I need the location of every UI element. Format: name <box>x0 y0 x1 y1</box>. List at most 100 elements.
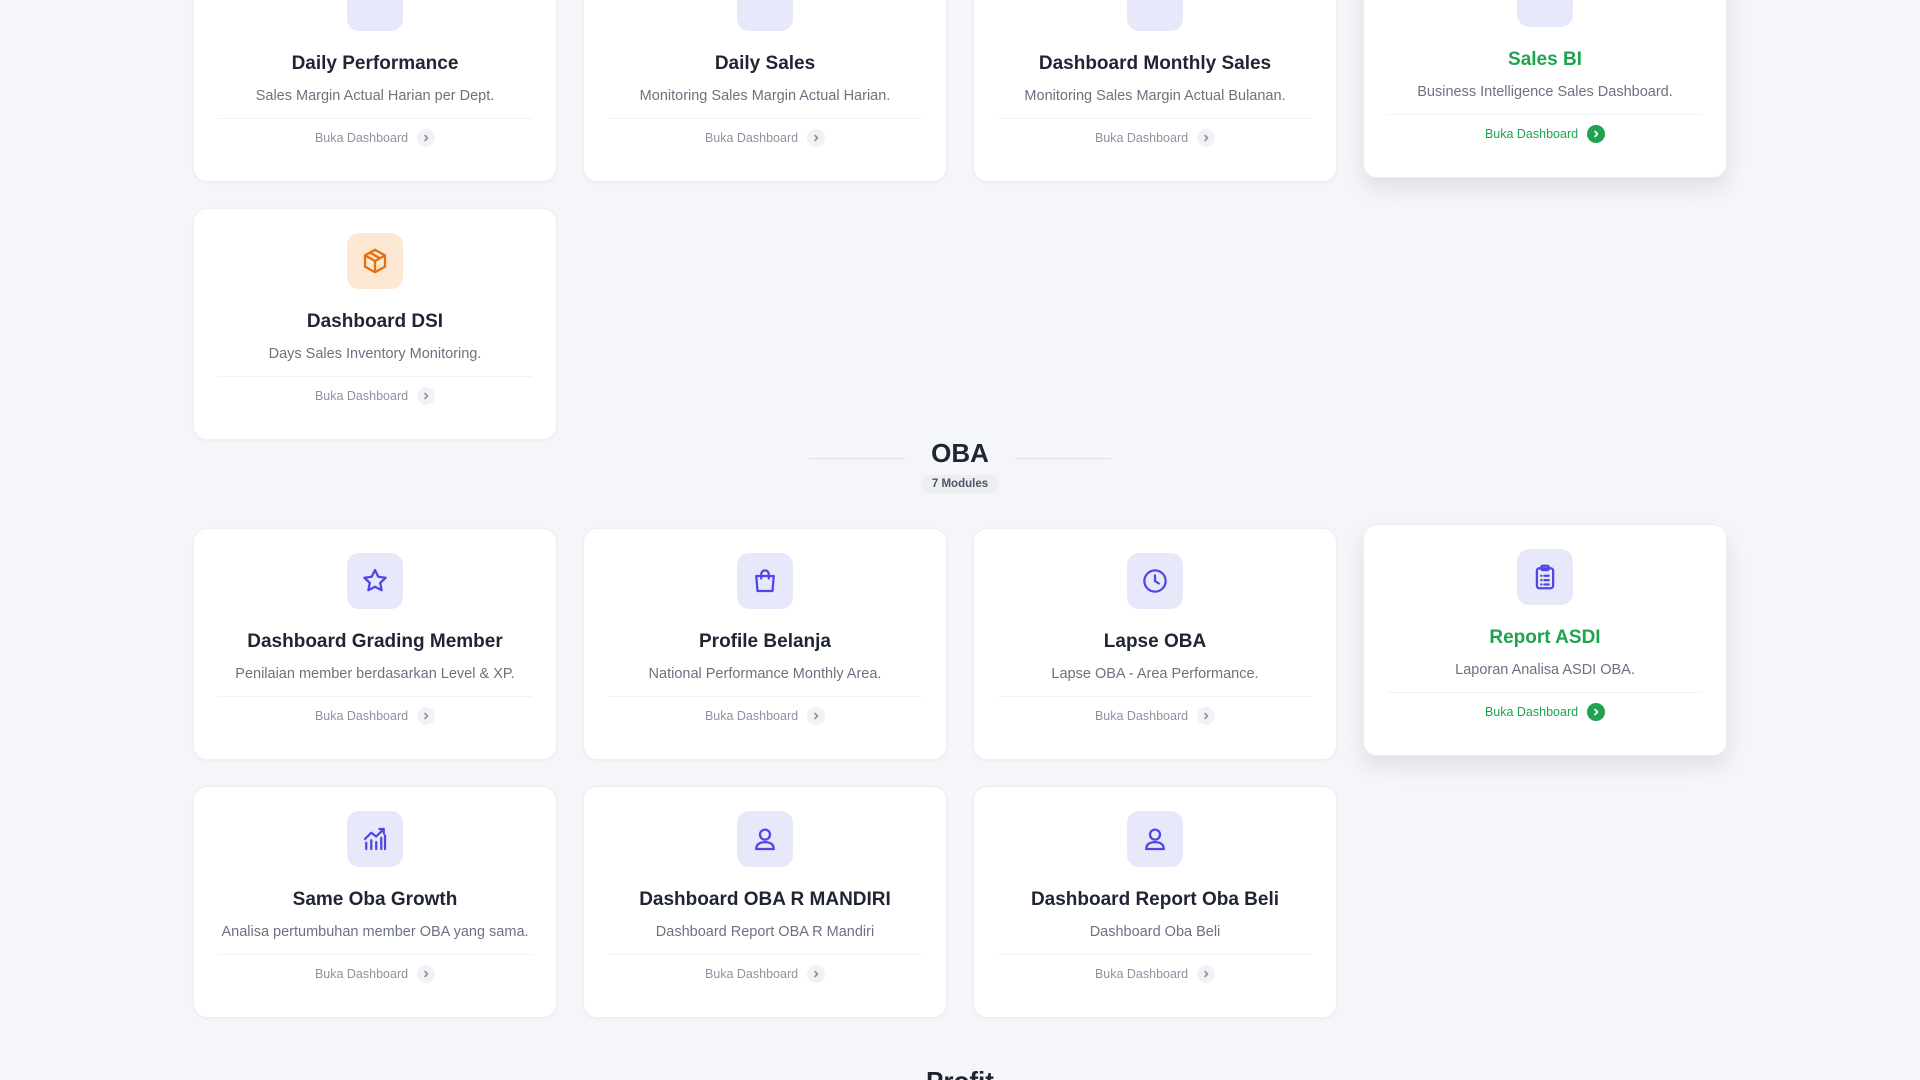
module-icon <box>347 0 403 31</box>
card-description: Monitoring Sales Margin Actual Bulanan. <box>1024 88 1286 104</box>
module-card-monthly-sales[interactable]: Dashboard Monthly Sales Monitoring Sales… <box>973 0 1337 182</box>
card-title: Profile Belanja <box>699 631 831 652</box>
card-title: Sales BI <box>1508 49 1582 70</box>
open-dashboard-label: Buka Dashboard <box>1094 967 1189 981</box>
module-card-grading-member[interactable]: Dashboard Grading Member Penilaian membe… <box>193 528 557 760</box>
clock-icon <box>1127 553 1183 609</box>
module-card-daily-sales[interactable]: Daily Sales Monitoring Sales Margin Actu… <box>583 0 947 182</box>
card-description: Analisa pertumbuhan member OBA yang sama… <box>221 924 529 940</box>
open-dashboard-label: Buka Dashboard <box>1094 709 1189 723</box>
card-title: Dashboard Grading Member <box>247 631 503 652</box>
open-dashboard-label: Buka Dashboard <box>704 131 799 145</box>
open-dashboard-link[interactable]: Buka Dashboard <box>194 387 556 405</box>
open-dashboard-label: Buka Dashboard <box>314 967 409 981</box>
module-card-profile-belanja[interactable]: Profile Belanja National Performance Mon… <box>583 528 947 760</box>
module-card-lapse-oba[interactable]: Lapse OBA Lapse OBA - Area Performance. … <box>973 528 1337 760</box>
user-icon <box>737 811 793 867</box>
card-divider <box>998 696 1312 697</box>
chevron-right-icon <box>417 707 436 725</box>
card-description: National Performance Monthly Area. <box>648 666 882 682</box>
sales-module-grid: Daily Performance Sales Margin Actual Ha… <box>193 0 1727 440</box>
open-dashboard-link[interactable]: Buka Dashboard <box>974 129 1336 147</box>
open-dashboard-label: Buka Dashboard <box>1484 705 1579 719</box>
chevron-right-icon <box>417 965 436 983</box>
module-icon <box>737 0 793 31</box>
open-dashboard-link[interactable]: Buka Dashboard <box>974 707 1336 725</box>
section-title: OBA <box>931 438 989 468</box>
card-divider <box>218 696 532 697</box>
open-dashboard-link[interactable]: Buka Dashboard <box>584 965 946 983</box>
card-title: Lapse OBA <box>1103 631 1207 652</box>
open-dashboard-label: Buka Dashboard <box>704 967 799 981</box>
oba-module-grid: Dashboard Grading Member Penilaian membe… <box>193 524 1727 1018</box>
card-divider <box>218 954 532 955</box>
card-title: Same Oba Growth <box>292 889 458 910</box>
chevron-right-icon <box>1197 707 1216 725</box>
card-divider <box>608 118 922 119</box>
card-title: Daily Performance <box>291 53 459 74</box>
card-description: Lapse OBA - Area Performance. <box>1051 666 1259 682</box>
card-title: Dashboard Report Oba Beli <box>1030 889 1280 910</box>
growth-chart-icon <box>347 811 403 867</box>
card-divider <box>998 118 1312 119</box>
card-divider <box>608 954 922 955</box>
module-count-badge: 7 Modules <box>920 475 1000 493</box>
open-dashboard-link[interactable]: Buka Dashboard <box>194 965 556 983</box>
card-divider <box>998 954 1312 955</box>
star-icon <box>347 553 403 609</box>
module-card-same-oba-growth[interactable]: Same Oba Growth Analisa pertumbuhan memb… <box>193 786 557 1018</box>
open-dashboard-link[interactable]: Buka Dashboard <box>194 129 556 147</box>
card-divider <box>218 376 532 377</box>
card-description: Laporan Analisa ASDI OBA. <box>1455 662 1635 678</box>
section-divider-right <box>1014 458 1111 459</box>
card-divider <box>1388 114 1702 115</box>
card-description: Monitoring Sales Margin Actual Harian. <box>639 88 891 104</box>
chevron-right-icon <box>1197 965 1216 983</box>
open-dashboard-label: Buka Dashboard <box>314 709 409 723</box>
card-description: Sales Margin Actual Harian per Dept. <box>255 88 495 104</box>
section-header-oba: OBA 7 Modules <box>0 438 1920 493</box>
card-description: Days Sales Inventory Monitoring. <box>268 346 482 362</box>
chevron-right-icon <box>1587 703 1606 721</box>
chevron-right-icon <box>807 965 826 983</box>
open-dashboard-label: Buka Dashboard <box>314 389 409 403</box>
chevron-right-icon <box>1587 125 1606 143</box>
chevron-right-icon <box>417 129 436 147</box>
module-card-oba-r-mandiri[interactable]: Dashboard OBA R MANDIRI Dashboard Report… <box>583 786 947 1018</box>
chevron-right-icon <box>807 707 826 725</box>
shopping-bag-icon <box>737 553 793 609</box>
module-card-dashboard-dsi[interactable]: Dashboard DSI Days Sales Inventory Monit… <box>193 208 557 440</box>
open-dashboard-label: Buka Dashboard <box>1484 127 1579 141</box>
module-card-report-asdi[interactable]: Report ASDI Laporan Analisa ASDI OBA. Bu… <box>1363 524 1727 756</box>
section-divider-left <box>809 458 906 459</box>
module-icon <box>1517 0 1573 27</box>
open-dashboard-link[interactable]: Buka Dashboard <box>584 707 946 725</box>
open-dashboard-link[interactable]: Buka Dashboard <box>974 965 1336 983</box>
card-title: Dashboard DSI <box>306 311 444 332</box>
card-title: Dashboard OBA R MANDIRI <box>639 889 891 910</box>
open-dashboard-label: Buka Dashboard <box>704 709 799 723</box>
card-title: Daily Sales <box>714 53 816 74</box>
chevron-right-icon <box>417 387 436 405</box>
card-divider <box>1388 692 1702 693</box>
module-card-daily-performance[interactable]: Daily Performance Sales Margin Actual Ha… <box>193 0 557 182</box>
open-dashboard-link[interactable]: Buka Dashboard <box>1364 703 1726 721</box>
module-card-sales-bi[interactable]: Sales BI Business Intelligence Sales Das… <box>1363 0 1727 178</box>
open-dashboard-link[interactable]: Buka Dashboard <box>1364 125 1726 143</box>
section-title-profit: Profit <box>0 1066 1920 1080</box>
module-icon <box>1127 0 1183 31</box>
clipboard-icon <box>1517 549 1573 605</box>
open-dashboard-link[interactable]: Buka Dashboard <box>584 129 946 147</box>
card-description: Penilaian member berdasarkan Level & XP. <box>235 666 515 682</box>
chevron-right-icon <box>807 129 826 147</box>
card-title: Report ASDI <box>1489 627 1601 648</box>
card-divider <box>608 696 922 697</box>
open-dashboard-label: Buka Dashboard <box>314 131 409 145</box>
open-dashboard-link[interactable]: Buka Dashboard <box>194 707 556 725</box>
card-description: Dashboard Report OBA R Mandiri <box>655 924 875 940</box>
module-card-report-oba-beli[interactable]: Dashboard Report Oba Beli Dashboard Oba … <box>973 786 1337 1018</box>
card-description: Dashboard Oba Beli <box>1089 924 1221 940</box>
card-title: Dashboard Monthly Sales <box>1038 53 1272 74</box>
open-dashboard-label: Buka Dashboard <box>1094 131 1189 145</box>
card-divider <box>218 118 532 119</box>
